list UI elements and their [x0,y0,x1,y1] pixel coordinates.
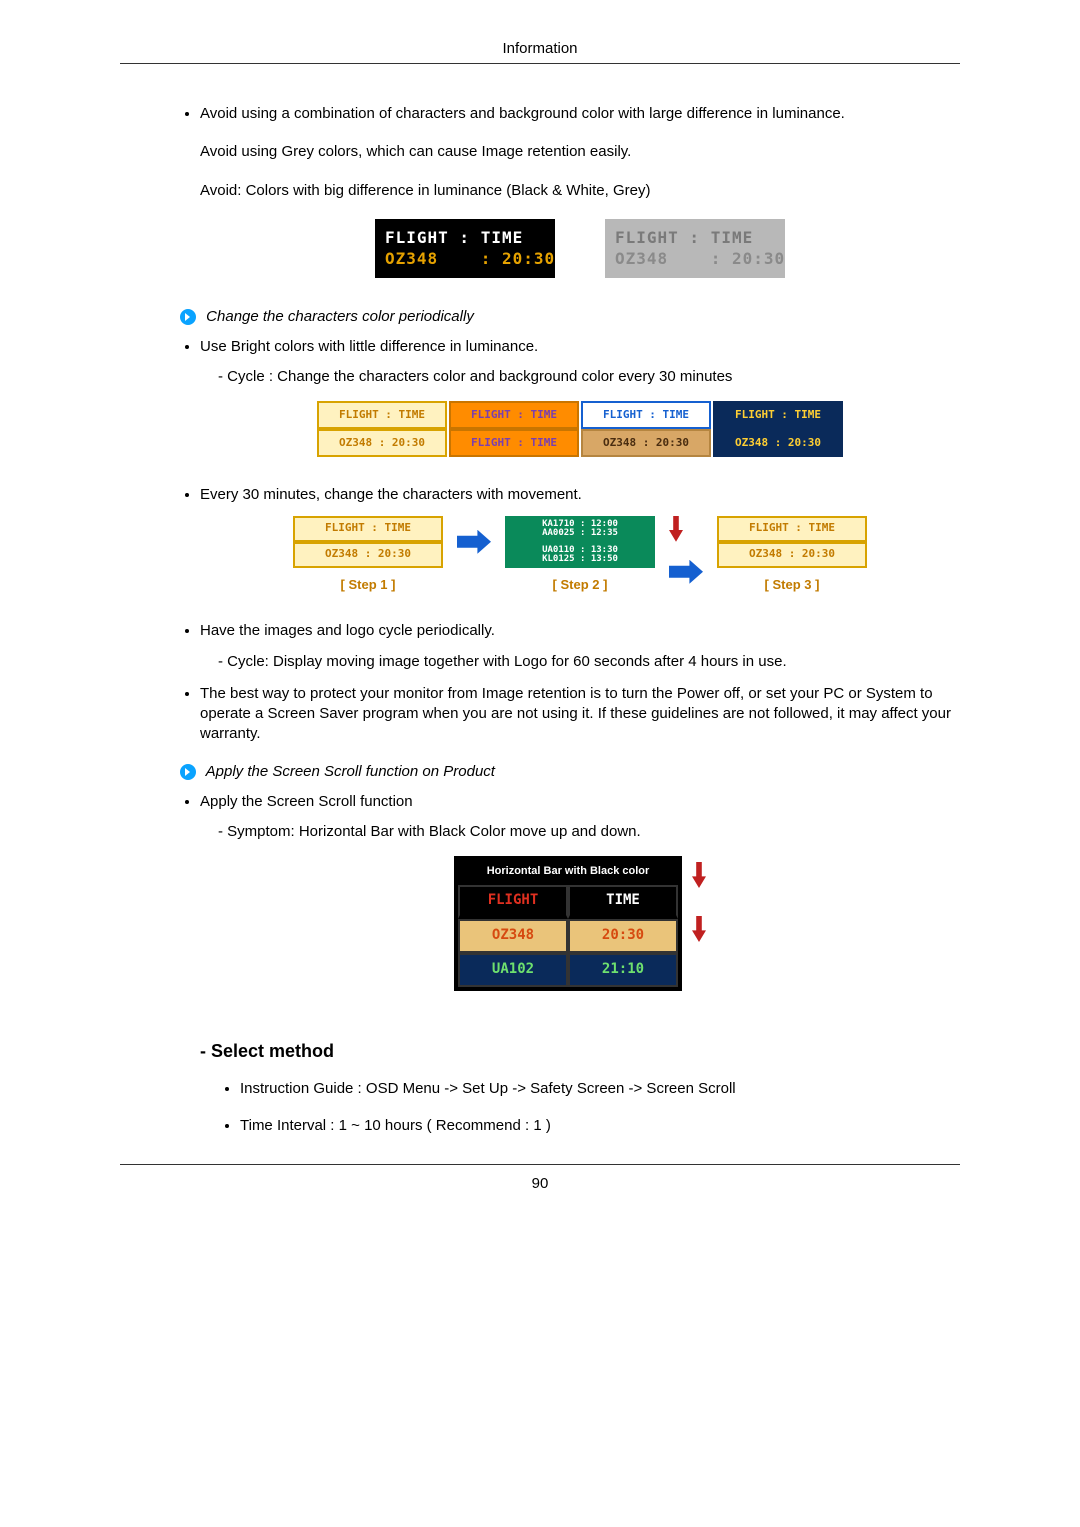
step1-top: FLIGHT : TIME [293,516,443,542]
step2-label: [ Step 2 ] [553,576,608,594]
avoid-combination-item: Avoid using a combination of characters … [200,104,960,278]
apply-scroll-item: Apply the Screen Scroll function - Sympt… [200,792,960,991]
instruction-guide-item: Instruction Guide : OSD Menu -> Set Up -… [240,1080,960,1097]
cycle-cell-4a: FLIGHT : TIME [713,401,843,429]
arrow-down-icon-2 [692,862,706,888]
flight-box-grey: FLIGHT : TIME OZ348 : 20:30 [605,219,785,278]
step3-bot: OZ348 : 20:30 [717,542,867,568]
step3-label: [ Step 3 ] [765,576,820,594]
section-screen-scroll-text: Apply the Screen Scroll function on Prod… [206,763,495,780]
avoid-grey-text: Avoid using Grey colors, which can cause… [200,142,960,162]
cycle-cell-3a: FLIGHT : TIME [581,401,711,429]
arrow-bullet-icon [180,309,196,325]
flight-box-dark: FLIGHT : TIME OZ348 : 20:30 [375,219,555,278]
step1-bot: OZ348 : 20:30 [293,542,443,568]
page-header: Information [120,40,960,64]
main-content: Avoid using a combination of characters … [120,104,960,1134]
movement-text: Every 30 minutes, change the characters … [200,486,582,503]
arrow-right-icon [457,530,491,554]
section-change-colors-text: Change the characters color periodically [206,308,474,325]
bright-colors-text: Use Bright colors with little difference… [200,338,538,355]
arrow-bullet-icon-2 [180,764,196,780]
step3-top: FLIGHT : TIME [717,516,867,542]
arrow-down-icon [669,516,683,542]
movement-item: Every 30 minutes, change the characters … [200,485,960,593]
select-method-heading: - Select method [200,1041,960,1062]
best-way-text: The best way to protect your monitor fro… [200,685,951,743]
logo-cycle-text: Have the images and logo cycle periodica… [200,622,495,639]
movement-figure: FLIGHT : TIME OZ348 : 20:30 [ Step 1 ] K… [200,516,960,594]
cycle-cell-2b: FLIGHT : TIME [449,429,579,457]
header-title: Information [502,40,577,57]
scroll-h1: FLIGHT [458,885,568,919]
flight-row2-grey: OZ348 : 20:30 [615,248,775,270]
scroll-r2b: 20:30 [568,919,678,953]
scroll-caption: Horizontal Bar with Black color [458,860,678,885]
bright-colors-sub: - Cycle : Change the characters color an… [200,367,960,387]
scroll-r2a: OZ348 [458,919,568,953]
page-number: 90 [532,1175,549,1192]
apply-scroll-text: Apply the Screen Scroll function [200,793,413,810]
step2-bot: UA0110 : 13:30 KL0125 : 13:50 [505,542,655,568]
best-way-item: The best way to protect your monitor fro… [200,684,960,745]
flight-row2: OZ348 : 20:30 [385,248,545,270]
logo-cycle-sub: - Cycle: Display moving image together w… [200,652,960,672]
cycle-cell-2a: FLIGHT : TIME [449,401,579,429]
scroll-figure: Horizontal Bar with Black color FLIGHT T… [200,856,960,991]
flight-row1-grey: FLIGHT : TIME [615,227,775,249]
scroll-h2: TIME [568,885,678,919]
scroll-r3a: UA102 [458,953,568,987]
avoid-combination-text: Avoid using a combination of characters … [200,104,960,124]
section-change-colors: Change the characters color periodically [180,308,960,325]
time-interval-item: Time Interval : 1 ~ 10 hours ( Recommend… [240,1117,960,1134]
color-cycle-figure: FLIGHT : TIME OZ348 : 20:30 FLIGHT : TIM… [200,401,960,457]
flight-sample-figure: FLIGHT : TIME OZ348 : 20:30 FLIGHT : TIM… [200,219,960,278]
arrow-down-icon-3 [692,916,706,942]
cycle-cell-4b: OZ348 : 20:30 [713,429,843,457]
cycle-cell-3b: OZ348 : 20:30 [581,429,711,457]
step2-top: KA1710 : 12:00 AA0025 : 12:35 [505,516,655,542]
arrow-right-icon-2 [669,560,703,584]
step1-label: [ Step 1 ] [341,576,396,594]
flight-row1: FLIGHT : TIME [385,227,545,249]
section-screen-scroll: Apply the Screen Scroll function on Prod… [180,763,960,780]
apply-scroll-sub: - Symptom: Horizontal Bar with Black Col… [200,822,960,842]
logo-cycle-item: Have the images and logo cycle periodica… [200,621,960,672]
scroll-table: Horizontal Bar with Black color FLIGHT T… [454,856,682,991]
scroll-r3b: 21:10 [568,953,678,987]
bright-colors-item: Use Bright colors with little difference… [200,337,960,458]
cycle-cell-1b: OZ348 : 20:30 [317,429,447,457]
cycle-cell-1a: FLIGHT : TIME [317,401,447,429]
page-footer: 90 [120,1164,960,1192]
avoid-luminance-text: Avoid: Colors with big difference in lum… [200,181,960,201]
